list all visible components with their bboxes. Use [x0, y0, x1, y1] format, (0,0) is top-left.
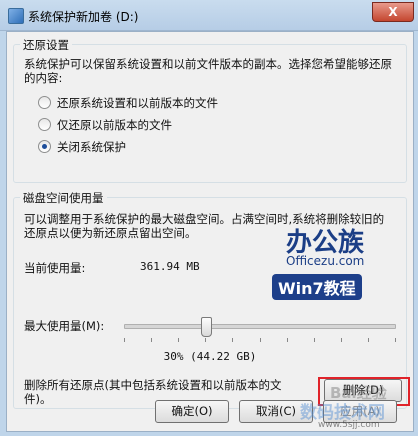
watermark-tag: Win7教程	[272, 274, 362, 300]
slider-tick	[232, 338, 233, 342]
slider-thumb[interactable]	[201, 317, 212, 337]
radio-label: 还原系统设置和以前版本的文件	[57, 96, 218, 110]
radio-restore-all[interactable]: 还原系统设置和以前版本的文件	[38, 95, 218, 111]
slider-tick	[178, 338, 179, 342]
disk-usage-label: 磁盘空间使用量	[20, 190, 107, 206]
slider-tick	[314, 338, 315, 342]
radio-restore-files[interactable]: 仅还原以前版本的文件	[38, 117, 172, 133]
max-usage-slider[interactable]	[124, 317, 396, 337]
radio-label: 关闭系统保护	[57, 140, 126, 154]
restore-settings-group: 还原设置 系统保护可以保留系统设置和以前文件版本的副本。选择您希望能够还原的内容…	[13, 37, 407, 183]
window-title: 系统保护新加卷 (D:)	[28, 10, 139, 24]
slider-tick	[260, 338, 261, 342]
restore-description: 系统保护可以保留系统设置和以前文件版本的副本。选择您希望能够还原的内容:	[24, 57, 392, 85]
slider-tick	[341, 338, 342, 342]
watermark-site: Officezu.com	[286, 254, 365, 268]
radio-icon[interactable]	[38, 118, 51, 131]
radio-icon[interactable]	[38, 96, 51, 109]
current-usage-label: 当前使用量:	[24, 261, 86, 275]
radio-checked-icon[interactable]	[38, 140, 51, 153]
system-protection-icon	[8, 8, 24, 24]
radio-label: 仅还原以前版本的文件	[57, 118, 172, 132]
slider-tick	[395, 338, 396, 342]
slider-tick	[151, 338, 152, 342]
close-button[interactable]: X	[372, 2, 414, 22]
slider-tick	[287, 338, 288, 342]
title-bar: 系统保护新加卷 (D:) X	[0, 0, 418, 31]
slider-tick	[124, 338, 125, 342]
ok-button[interactable]: 确定(O)	[155, 400, 229, 423]
slider-readout: 30% (44.22 GB)	[163, 350, 257, 363]
watermark-url: www.5sjj.com	[318, 420, 380, 430]
slider-tick	[368, 338, 369, 342]
max-usage-label: 最大使用量(M):	[24, 319, 105, 333]
radio-turn-off[interactable]: 关闭系统保护	[38, 139, 126, 155]
current-usage-value: 361.94 MB	[140, 260, 200, 273]
restore-settings-label: 还原设置	[20, 37, 72, 53]
slider-tick	[205, 338, 206, 342]
slider-ticks	[124, 338, 396, 342]
